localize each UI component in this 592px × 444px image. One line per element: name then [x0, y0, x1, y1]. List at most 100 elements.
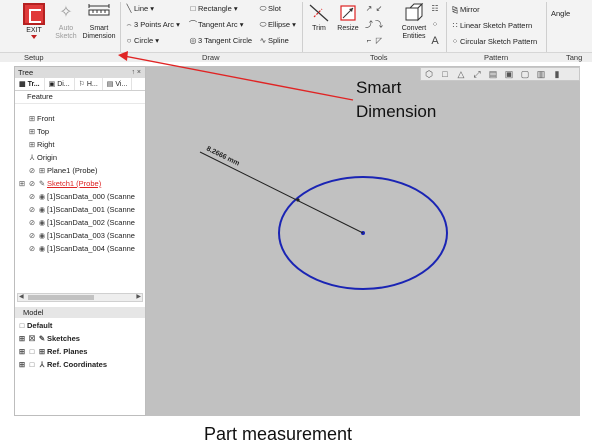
auto-sketch-button[interactable]: ✧ Auto Sketch [52, 3, 80, 41]
tab-help[interactable]: ⚐ H... [75, 78, 103, 90]
hide-show-icon[interactable]: ▢ [517, 68, 533, 80]
view-settings-icon[interactable]: ▮ [549, 68, 565, 80]
model-item-sketches[interactable]: ⊞ ☒ ✎ Sketches [17, 333, 80, 345]
circle-tool[interactable]: ○ Circle ▾ [124, 36, 159, 46]
render-icon[interactable]: ▥ [533, 68, 549, 80]
tree-item-scandata[interactable]: ⊘ ◉ [1]ScanData_004 (Scanne [27, 243, 135, 255]
auto-sketch-label: Auto Sketch [55, 25, 77, 40]
tree-horizontal-scrollbar[interactable]: ◀ ▶ [17, 293, 143, 302]
origin-icon: ⅄ [39, 360, 45, 369]
tab-display[interactable]: ▣ Di... [45, 78, 75, 90]
scroll-left-icon[interactable]: ◀ [19, 294, 24, 301]
split-tool[interactable]: ⤴ ⤵ [364, 20, 384, 30]
arc-icon: ⌢ [126, 20, 132, 29]
exit-icon [23, 3, 45, 25]
plane-icon: ⊞ [28, 127, 36, 136]
origin-icon: ⅄ [29, 153, 35, 162]
tree-item-label: Sketch1 (Probe) [47, 179, 102, 188]
scan-icon: ◉ [38, 231, 46, 240]
model-item-label: Ref. Planes [47, 347, 88, 356]
linear-sketch-pattern-tool[interactable]: ∷ Linear Sketch Pattern [450, 21, 532, 31]
text-tool[interactable]: A [430, 36, 440, 47]
rotate-view-icon[interactable]: △ [453, 68, 469, 80]
tab-view[interactable]: ▤ Vi... [103, 78, 133, 90]
eye-icon: ⊘ [28, 218, 36, 227]
line-tool[interactable]: ╲ Line ▾ [124, 4, 154, 14]
tree-item-front[interactable]: ⊞ Front [27, 113, 55, 125]
tangent-arc-label: Tangent Arc [198, 20, 238, 29]
trim-label: Trim [312, 25, 326, 32]
convert-entities-icon [398, 2, 430, 23]
resize-icon [334, 3, 362, 23]
model-item-label: Default [27, 321, 53, 330]
rectangle-tool[interactable]: □ Rectangle ▾ [188, 4, 238, 14]
tree-item-sketch1[interactable]: ⊞ ⊘ ✎ Sketch1 (Probe) [17, 178, 101, 190]
circular-sketch-pattern-tool[interactable]: ⁘ Circular Sketch Pattern [450, 37, 537, 47]
tree-item-origin[interactable]: ⅄ Origin [27, 152, 57, 164]
expand-icon: ⊞ [18, 360, 26, 369]
smart-dimension-annotation: Smart Dimension [356, 76, 436, 124]
tree-panel-title: Tree ↑ × [15, 67, 145, 78]
eye-icon: ⊘ [28, 231, 36, 240]
tree-item-plane1[interactable]: ⊘ ⊞ Plane1 (Probe) [27, 165, 98, 177]
sketch-text-tool[interactable]: ☷ [430, 4, 440, 14]
offset-icon: ↙ [375, 4, 383, 13]
pan-view-icon[interactable]: ⤢ [469, 68, 485, 80]
checkbox-icon[interactable]: ☒ [27, 333, 37, 345]
scroll-right-icon[interactable]: ▶ [136, 294, 141, 301]
checkbox-icon[interactable]: □ [27, 346, 37, 358]
tab-tree[interactable]: ▦ Tr... [15, 78, 45, 90]
three-tangent-circle-label: 3 Tangent Circle [198, 36, 253, 45]
fillet-tool[interactable]: ⌐ ◸ [364, 36, 384, 46]
exit-label: EXIT [26, 27, 42, 34]
tree-item-top[interactable]: ⊞ Top [27, 126, 49, 138]
expand-icon: ⊞ [18, 334, 26, 343]
tree-item-scandata[interactable]: ⊘ ◉ [1]ScanData_001 (Scanne [27, 204, 135, 216]
tangent-circle-icon: ◎ [189, 36, 197, 45]
ellipse-tool[interactable]: ⬭ Ellipse ▾ [258, 20, 296, 30]
model-item-ref-planes[interactable]: ⊞ □ ⊞ Ref. Planes [17, 346, 88, 358]
model-item-default[interactable]: □ Default [17, 320, 53, 332]
resize-label: Resize [337, 25, 359, 32]
checkbox-icon[interactable]: □ [27, 359, 37, 371]
display-style-icon[interactable]: ▣ [501, 68, 517, 80]
scatter-points-tool[interactable]: ⁘ [430, 20, 440, 30]
split-icon: ⤴ [365, 20, 373, 29]
slot-label: Slot [268, 4, 281, 13]
model-item-ref-coordinates[interactable]: ⊞ □ ⅄ Ref. Coordinates [17, 359, 107, 371]
panel-pin-close-icons[interactable]: ↑ × [131, 67, 141, 78]
tree-item-scandata[interactable]: ⊘ ◉ [1]ScanData_002 (Scanne [27, 217, 135, 229]
exit-button[interactable]: EXIT [21, 3, 47, 51]
tree-item-label: Top [37, 127, 50, 136]
tree-title-label: Tree [18, 68, 34, 77]
help-tab-icon: ⚐ [78, 81, 87, 88]
tree-item-right[interactable]: ⊞ Right [27, 139, 55, 151]
tangent-arc-tool[interactable]: ⌒Tangent Arc ▾ [188, 20, 243, 30]
scrollbar-thumb[interactable] [28, 295, 94, 300]
model-item-label: Sketches [47, 334, 80, 343]
ribbon-toolbar: EXIT ✧ Auto Sketch Smart Dimension ╲ Line… [0, 0, 592, 62]
tree-item-scandata[interactable]: ⊘ ◉ [1]ScanData_000 (Scanne [27, 191, 135, 203]
three-points-arc-tool[interactable]: ⌢ 3 Points Arc ▾ [124, 20, 180, 30]
tree-item-label: Right [37, 140, 55, 149]
resize-button[interactable]: Resize [334, 3, 362, 33]
group-setup-label: Setup [24, 53, 44, 62]
three-tangent-circle-tool[interactable]: ◎ 3 Tangent Circle [188, 36, 253, 46]
scan-icon: ◉ [38, 244, 46, 253]
slot-tool[interactable]: ⬭ Slot [258, 4, 281, 14]
figure-caption: Part measurement [204, 424, 353, 444]
convert-entities-button[interactable]: Convert Entities [398, 2, 430, 41]
group-tools-label: Tools [370, 53, 388, 62]
tree-item-label: [1]ScanData_003 (Scanne [47, 231, 135, 240]
group-tangent-label: Tang [566, 53, 583, 62]
trim-button[interactable]: Trim [306, 3, 332, 33]
mirror-tool[interactable]: ⧎ Mirror [450, 5, 480, 15]
section-view-icon[interactable]: ▤ [485, 68, 501, 80]
corner-icon: ⤵ [375, 20, 383, 29]
tree-item-scandata[interactable]: ⊘ ◉ [1]ScanData_003 (Scanne [27, 230, 135, 242]
extend-tool[interactable]: ↗ ↙ [364, 4, 384, 14]
plane-icon: ⊞ [28, 114, 36, 123]
zoom-fit-icon[interactable]: □ [437, 68, 453, 80]
spline-tool[interactable]: ∿ Spline [258, 36, 289, 46]
smart-dimension-button[interactable]: Smart Dimension [80, 3, 118, 41]
